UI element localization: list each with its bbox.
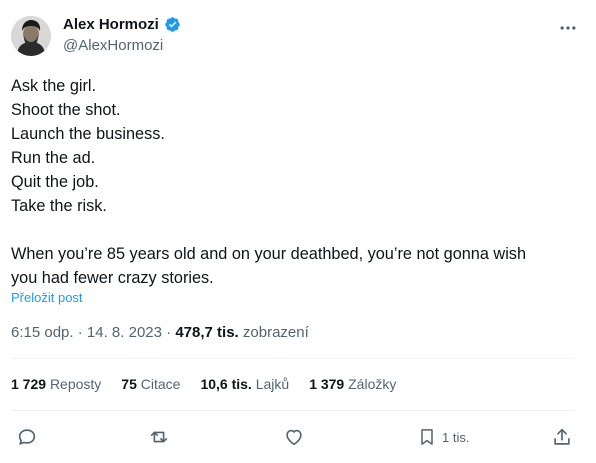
share-button[interactable]: [551, 424, 573, 450]
quotes-stat[interactable]: 75 Citace: [121, 376, 180, 392]
meta-separator: ·: [166, 324, 172, 341]
quotes-count: 75: [121, 376, 137, 392]
quotes-label: Citace: [140, 376, 181, 392]
tweet-line: you had fewer crazy stories.: [11, 269, 214, 287]
action-bar: 1 tis.: [0, 424, 596, 450]
views-label: zobrazení: [242, 324, 309, 341]
reposts-count: 1 729: [11, 376, 47, 392]
tweet-text: Ask the girl. Shoot the shot. Launch the…: [11, 74, 581, 290]
heart-icon: [283, 426, 305, 448]
author-handle[interactable]: @AlexHormozi: [63, 37, 163, 54]
tweet-card: Alex Hormozi @AlexHormozi Ask the girl. …: [0, 0, 596, 463]
translate-post-link[interactable]: Přeložit post: [11, 290, 83, 305]
reply-icon: [16, 426, 38, 448]
author-name[interactable]: Alex Hormozi: [63, 16, 159, 33]
tweet-line: Ask the girl.: [11, 77, 97, 95]
repost-icon: [148, 426, 170, 448]
engagement-stats: 1 729 Reposty 75 Citace 10,6 tis. Lajků …: [11, 376, 416, 392]
reposts-stat[interactable]: 1 729 Reposty: [11, 376, 101, 392]
likes-count: 10,6 tis.: [200, 376, 252, 392]
repost-button[interactable]: [148, 424, 170, 450]
avatar[interactable]: [11, 16, 51, 56]
divider: [11, 410, 575, 411]
tweet-line: Take the risk.: [11, 197, 107, 215]
views-count: 478,7 tis.: [175, 324, 239, 341]
reposts-label: Reposty: [49, 376, 102, 392]
tweet-line: Quit the job.: [11, 173, 99, 191]
tweet-meta: 6:15 odp. · 14. 8. 2023 · 478,7 tis. zob…: [11, 324, 309, 341]
bookmark-count: 1 tis.: [442, 429, 470, 445]
tweet-line: [11, 218, 581, 242]
meta-separator: ·: [77, 324, 83, 341]
likes-stat[interactable]: 10,6 tis. Lajků: [200, 376, 289, 392]
tweet-date[interactable]: 14. 8. 2023: [87, 324, 162, 341]
reply-button[interactable]: [16, 424, 38, 450]
likes-label: Lajků: [255, 376, 290, 392]
tweet-line: Run the ad.: [11, 149, 96, 167]
tweet-line: When you’re 85 years old and on your dea…: [11, 245, 527, 263]
verified-badge-icon: [164, 16, 181, 33]
bookmarks-label: Záložky: [348, 376, 397, 392]
divider: [11, 358, 575, 359]
author-name-row: Alex Hormozi: [63, 16, 181, 33]
share-icon: [551, 426, 573, 448]
more-options-icon[interactable]: [556, 16, 580, 40]
tweet-line: Launch the business.: [11, 125, 165, 143]
like-button[interactable]: [283, 424, 305, 450]
bookmarks-stat[interactable]: 1 379 Záložky: [309, 376, 396, 392]
tweet-time[interactable]: 6:15 odp.: [11, 324, 74, 341]
bookmarks-count: 1 379: [309, 376, 345, 392]
bookmark-button[interactable]: 1 tis.: [417, 424, 469, 450]
bookmark-icon: [417, 426, 437, 448]
tweet-line: Shoot the shot.: [11, 101, 121, 119]
